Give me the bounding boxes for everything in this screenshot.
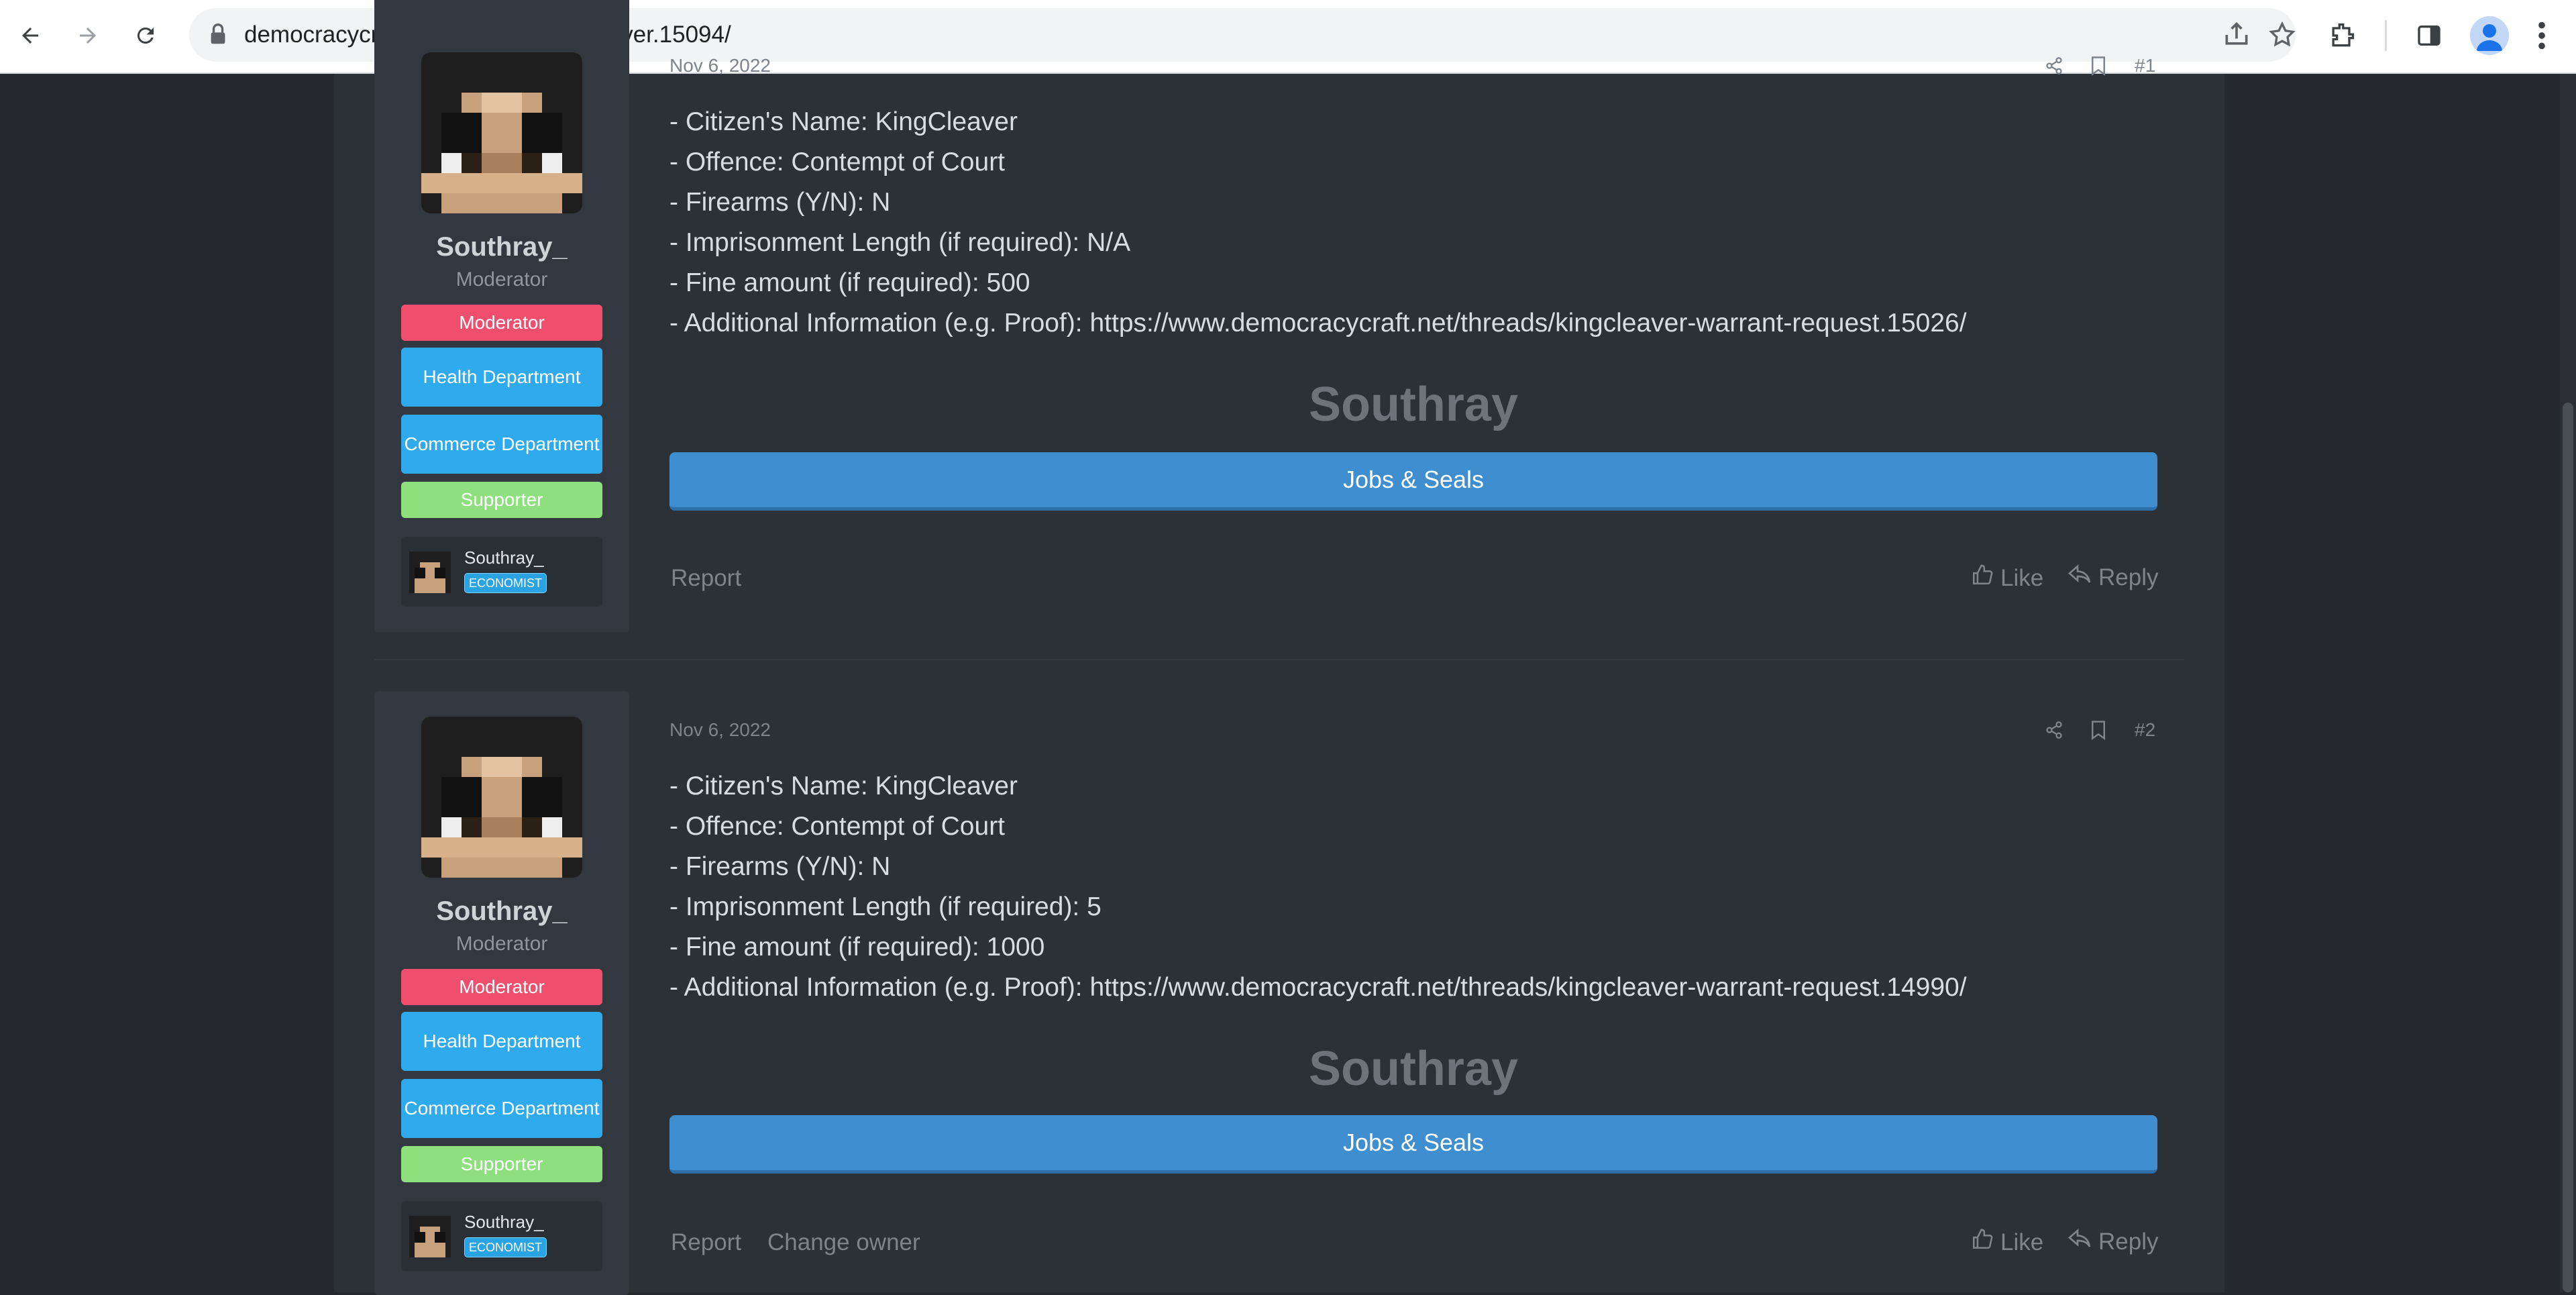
- banner-commerce-department: Commerce Department: [401, 415, 602, 474]
- change-owner-label: Change owner: [767, 1229, 920, 1255]
- mini-username: Southray_: [464, 548, 544, 568]
- profile-icon[interactable]: [2470, 16, 2509, 55]
- extensions-icon[interactable]: [2321, 15, 2363, 56]
- like-button[interactable]: Like: [1971, 1228, 2043, 1257]
- side-panel-icon[interactable]: [2408, 15, 2450, 56]
- post-line: - Offence: Contempt of Court: [669, 812, 1006, 841]
- back-icon[interactable]: [9, 15, 51, 56]
- user-mini-card[interactable]: Southray_ ECONOMIST: [401, 1201, 602, 1271]
- post-line: - Fine amount (if required): 1000: [669, 933, 1045, 962]
- reload-icon[interactable]: [125, 15, 166, 56]
- thumbs-up-icon: [1971, 1228, 1994, 1257]
- mini-avatar: [409, 1216, 451, 1257]
- post-body: - Citizen's Name: KingCleaver - Offence:…: [669, 766, 1967, 1008]
- report-link[interactable]: Report: [671, 565, 741, 592]
- post-line-with-link[interactable]: - Additional Information (e.g. Proof): h…: [669, 968, 1967, 1008]
- report-label: Report: [671, 1229, 742, 1255]
- post-line: - Imprisonment Length (if required): 5: [669, 892, 1102, 921]
- user-title: Moderator: [455, 268, 548, 291]
- post-number[interactable]: #1: [2135, 55, 2155, 76]
- like-label: Like: [2000, 564, 2044, 591]
- post-line: - Firearms (Y/N): N: [669, 188, 891, 217]
- mini-avatar: [409, 552, 451, 593]
- banner-commerce-department: Commerce Department: [401, 1079, 602, 1138]
- post-line: - Citizen's Name: KingCleaver: [669, 772, 1018, 800]
- report-label: Report: [671, 565, 742, 591]
- reply-label: Reply: [2098, 564, 2159, 590]
- banner-health-department: Health Department: [401, 348, 602, 407]
- banner-moderator: Moderator: [401, 969, 602, 1005]
- post-line: - Offence: Contempt of Court: [669, 148, 1006, 176]
- reply-label: Reply: [2098, 1228, 2159, 1255]
- signature-name: Southray: [1308, 378, 1519, 431]
- share-icon[interactable]: [2041, 717, 2068, 743]
- economist-badge: ECONOMIST: [464, 1237, 547, 1257]
- avatar[interactable]: [421, 52, 582, 213]
- post-line: - Imprisonment Length (if required): N/A: [669, 228, 1131, 257]
- post-line: - Firearms (Y/N): N: [669, 852, 891, 881]
- reply-icon: [2068, 564, 2092, 591]
- reply-button[interactable]: Reply: [2068, 1228, 2158, 1255]
- post-number[interactable]: #2: [2135, 719, 2155, 741]
- jobs-seals-button[interactable]: Jobs & Seals: [669, 452, 2157, 511]
- jobs-seals-button[interactable]: Jobs & Seals: [669, 1115, 2157, 1174]
- banner-moderator: Moderator: [401, 305, 602, 341]
- post-date[interactable]: Nov 6, 2022: [669, 55, 771, 76]
- user-cell: Southray_ Moderator Moderator Health Dep…: [374, 0, 629, 632]
- lock-icon[interactable]: [209, 23, 227, 49]
- bookmark-icon[interactable]: [2085, 52, 2112, 79]
- user-mini-card[interactable]: Southray_ ECONOMIST: [401, 537, 602, 607]
- banner-health-department: Health Department: [401, 1012, 602, 1071]
- economist-badge: ECONOMIST: [464, 573, 547, 593]
- menu-icon[interactable]: [2521, 15, 2563, 56]
- like-label: Like: [2000, 1229, 2044, 1255]
- post-body: - Citizen's Name: KingCleaver - Offence:…: [669, 102, 1967, 344]
- banner-supporter: Supporter: [401, 482, 602, 518]
- post: Southray_ Moderator Moderator Health Dep…: [374, 691, 2186, 1295]
- forward-icon[interactable]: [67, 15, 109, 56]
- share-icon[interactable]: [2222, 20, 2251, 53]
- bookmark-icon[interactable]: [2085, 717, 2112, 743]
- thumbs-up-icon: [1971, 564, 1994, 592]
- scrollbar-thumb[interactable]: [2563, 403, 2573, 1292]
- post-divider: [374, 659, 2184, 660]
- user-title: Moderator: [455, 933, 548, 955]
- post-line: - Citizen's Name: KingCleaver: [669, 107, 1018, 136]
- signature-name: Southray: [1308, 1042, 1519, 1096]
- toolbar-separator: [2385, 20, 2387, 51]
- mini-username: Southray_: [464, 1212, 544, 1232]
- banner-supporter: Supporter: [401, 1146, 602, 1182]
- post: Southray_ Moderator Moderator Health Dep…: [374, 0, 2186, 633]
- user-cell: Southray_ Moderator Moderator Health Dep…: [374, 691, 629, 1295]
- username[interactable]: Southray_: [374, 232, 629, 262]
- username[interactable]: Southray_: [374, 896, 629, 927]
- report-link[interactable]: Report: [671, 1229, 741, 1256]
- post-line: - Fine amount (if required): 500: [669, 268, 1030, 297]
- post-date[interactable]: Nov 6, 2022: [669, 719, 771, 741]
- share-icon[interactable]: [2041, 52, 2068, 79]
- star-icon[interactable]: [2267, 20, 2297, 53]
- avatar[interactable]: [421, 717, 582, 878]
- like-button[interactable]: Like: [1971, 564, 2043, 592]
- post-line-with-link[interactable]: - Additional Information (e.g. Proof): h…: [669, 303, 1967, 344]
- change-owner-link[interactable]: Change owner: [767, 1229, 920, 1256]
- reply-icon: [2068, 1228, 2092, 1255]
- reply-button[interactable]: Reply: [2068, 564, 2158, 591]
